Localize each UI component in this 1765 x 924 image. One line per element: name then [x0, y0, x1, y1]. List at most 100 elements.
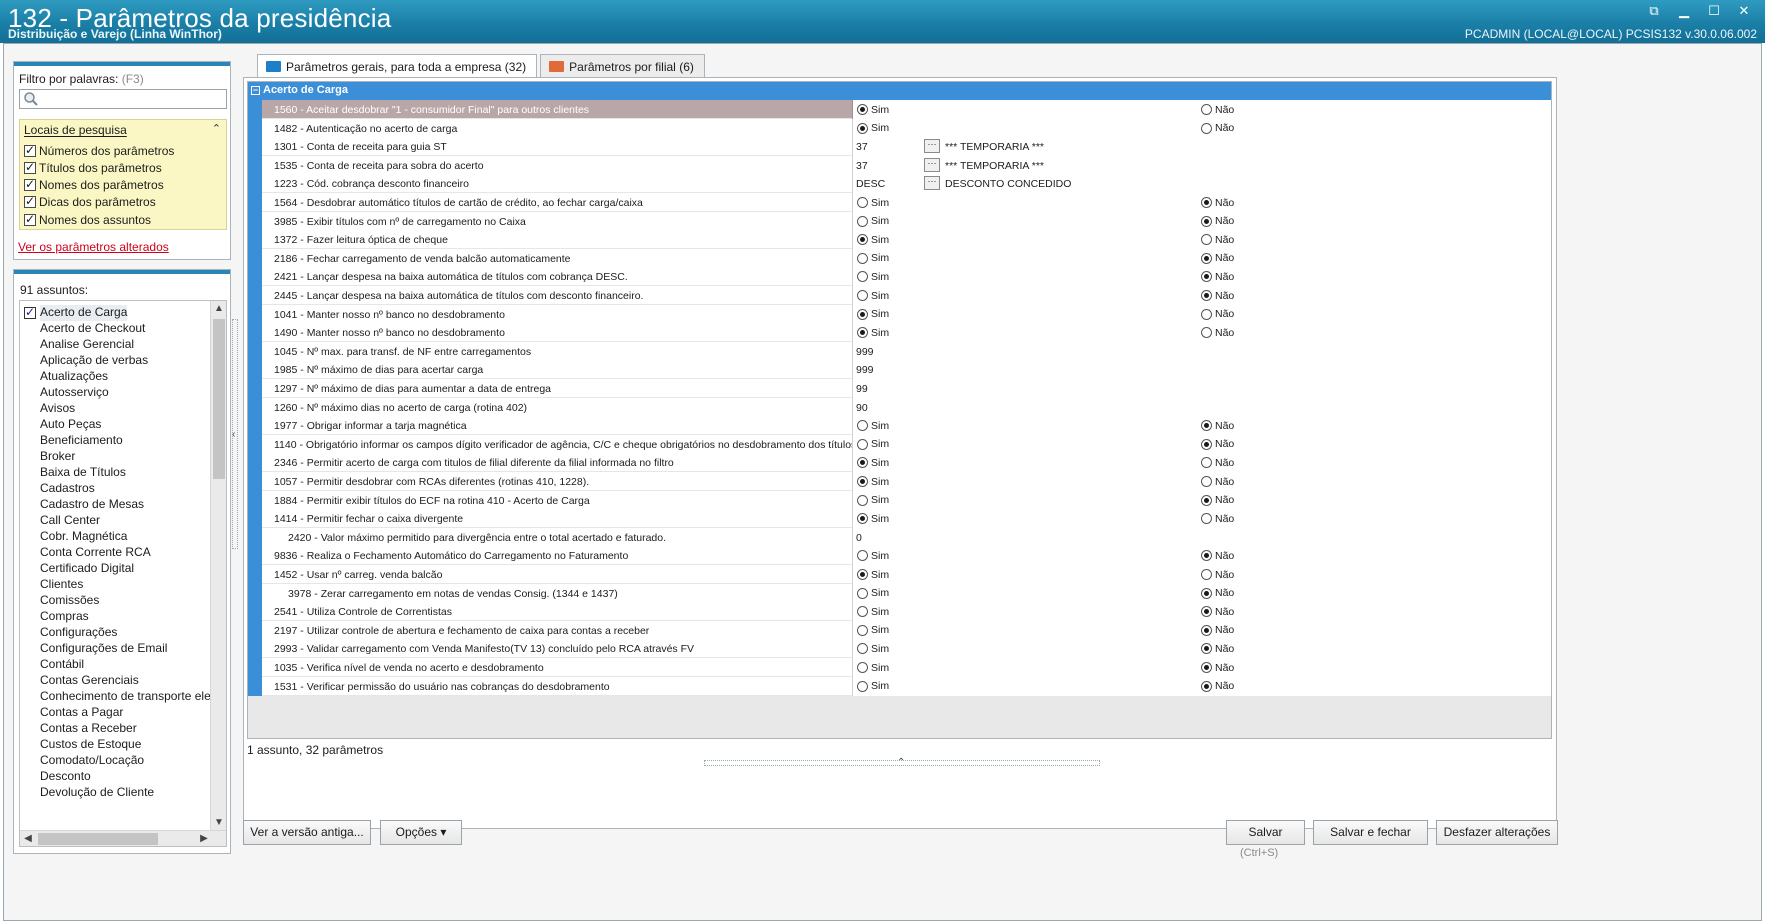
radio-nao[interactable]: Não — [1201, 568, 1234, 581]
param-row[interactable]: 9836 - Realiza o Fechamento Automático d… — [262, 546, 1551, 566]
topic-item[interactable]: Call Center — [40, 513, 100, 529]
radio-nao[interactable]: Não — [1201, 624, 1234, 637]
param-value-cell[interactable]: Sim Não — [853, 639, 1551, 659]
radio-dot[interactable] — [857, 494, 868, 506]
radio-nao[interactable]: Não — [1201, 308, 1234, 321]
param-row[interactable]: 1035 - Verifica nível de venda no acerto… — [262, 658, 1551, 677]
param-value[interactable]: DESC — [856, 178, 885, 190]
param-row[interactable]: 1531 - Verificar permissão do usuário na… — [262, 676, 1551, 696]
topic-item[interactable]: Beneficiamento — [40, 433, 123, 449]
topic-item[interactable]: Conhecimento de transporte elet — [40, 689, 214, 705]
radio-dot[interactable] — [857, 643, 868, 655]
maximize-icon[interactable]: ☐ — [1701, 2, 1727, 20]
radio-dot[interactable] — [1201, 624, 1212, 636]
horizontal-scrollbar[interactable]: ◀ ▶ — [20, 830, 226, 846]
radio-sim[interactable]: Sim — [857, 568, 889, 581]
param-row[interactable]: 1223 - Cód. cobrança desconto financeiro… — [262, 174, 1551, 194]
radio-dot[interactable] — [857, 197, 868, 208]
topic-item[interactable]: Avisos — [40, 401, 75, 417]
radio-dot[interactable] — [857, 271, 868, 283]
radio-nao[interactable]: Não — [1201, 419, 1234, 432]
radio-sim[interactable]: Sim — [857, 122, 889, 135]
radio-nao[interactable]: Não — [1201, 103, 1234, 116]
radio-dot[interactable] — [1201, 271, 1212, 283]
param-row[interactable]: 1045 - Nº max. para transf. de NF entre … — [262, 341, 1551, 361]
topic-item[interactable]: Clientes — [40, 577, 83, 593]
checkbox[interactable] — [24, 143, 36, 157]
topic-item[interactable]: Acerto de Checkout — [40, 321, 145, 337]
param-value-cell[interactable]: Sim Não — [853, 248, 1551, 268]
topic-item[interactable]: Baixa de Títulos — [40, 465, 126, 481]
radio-dot[interactable] — [1201, 476, 1212, 487]
search-input[interactable] — [19, 89, 227, 109]
option-dicas[interactable]: Dicas dos parâmetros — [24, 194, 156, 210]
param-value-cell[interactable]: Sim Não — [853, 267, 1551, 287]
radio-dot[interactable] — [1201, 104, 1212, 115]
radio-nao[interactable]: Não — [1201, 587, 1234, 600]
radio-dot[interactable] — [857, 215, 868, 227]
radio-nao[interactable]: Não — [1201, 475, 1234, 488]
close-icon[interactable]: ✕ — [1731, 2, 1757, 20]
param-value[interactable]: 37 — [856, 160, 868, 172]
option-numeros[interactable]: Números dos parâmetros — [24, 143, 174, 159]
topic-item[interactable]: Analise Gerencial — [40, 337, 134, 353]
param-value-cell[interactable]: DESC ··· DESCONTO CONCEDIDO — [853, 174, 1551, 194]
collapse-minus-icon[interactable]: − — [251, 86, 260, 95]
radio-sim[interactable]: Sim — [857, 252, 889, 265]
radio-dot[interactable] — [857, 662, 868, 673]
radio-sim[interactable]: Sim — [857, 419, 889, 432]
param-row[interactable]: 2346 - Permitir acerto de carga com titu… — [262, 453, 1551, 473]
radio-dot[interactable] — [1201, 438, 1212, 450]
param-row[interactable]: 2420 - Valor máximo permitido para diver… — [262, 527, 1551, 547]
param-row[interactable]: 1140 - Obrigatório informar os campos dí… — [262, 434, 1551, 454]
param-row[interactable]: 1482 - Autenticação no acerto de carga Si… — [262, 118, 1551, 138]
radio-nao[interactable]: Não — [1201, 326, 1234, 339]
radio-nao[interactable]: Não — [1201, 605, 1234, 618]
param-row[interactable]: 1452 - Usar nº carreg. venda balcão Sim Nã… — [262, 565, 1551, 584]
param-row[interactable]: 1057 - Permitir desdobrar com RCAs difer… — [262, 472, 1551, 491]
topic-item[interactable]: Cobr. Magnética — [40, 529, 127, 545]
param-row[interactable]: 3978 - Zerar carregamento em notas de ve… — [262, 583, 1551, 603]
param-value-cell[interactable]: 999 — [853, 341, 1551, 361]
radio-dot[interactable] — [1201, 457, 1212, 469]
radio-sim[interactable]: Sim — [857, 270, 889, 283]
topic-item[interactable]: Contábil — [40, 657, 84, 673]
topic-item[interactable]: Comissões — [40, 593, 99, 609]
radio-sim[interactable]: Sim — [857, 661, 889, 674]
radio-sim[interactable]: Sim — [857, 215, 889, 228]
lookup-ellipsis-icon[interactable]: ··· — [924, 157, 940, 172]
param-row[interactable]: 2993 - Validar carregamento com Venda Ma… — [262, 639, 1551, 659]
param-value[interactable]: 999 — [856, 346, 874, 358]
param-value[interactable]: 999 — [856, 364, 874, 376]
param-row[interactable]: 1884 - Permitir exibir títulos do ECF na… — [262, 490, 1551, 510]
param-row[interactable]: 2186 - Fechar carregamento de venda balc… — [262, 248, 1551, 268]
param-row[interactable]: 1564 - Desdobrar automático títulos de c… — [262, 193, 1551, 212]
radio-dot[interactable] — [1201, 569, 1212, 580]
scroll-up-icon[interactable]: ▲ — [211, 301, 226, 317]
radio-sim[interactable]: Sim — [857, 196, 889, 209]
radio-sim[interactable]: Sim — [857, 605, 889, 618]
radio-nao[interactable]: Não — [1201, 456, 1234, 469]
param-value-cell[interactable]: Sim Não — [853, 602, 1551, 622]
radio-nao[interactable]: Não — [1201, 122, 1234, 135]
radio-sim[interactable]: Sim — [857, 233, 889, 246]
scroll-thumb[interactable] — [213, 319, 225, 479]
param-value-cell[interactable]: Sim Não — [853, 416, 1551, 436]
param-row[interactable]: 2197 - Utilizar controle de abertura e f… — [262, 620, 1551, 640]
radio-dot[interactable] — [857, 104, 868, 115]
checkbox[interactable] — [24, 212, 36, 226]
radio-dot[interactable] — [1201, 587, 1212, 599]
radio-dot[interactable] — [857, 680, 868, 692]
topic-item[interactable]: Devolução de Cliente — [40, 785, 154, 801]
radio-sim[interactable]: Sim — [857, 438, 889, 451]
options-button[interactable]: Opções ▾ — [380, 820, 462, 845]
vertical-scrollbar[interactable]: ▲ ▼ — [210, 301, 226, 831]
undo-button[interactable]: Desfazer alterações — [1436, 820, 1558, 845]
scroll-down-icon[interactable]: ▼ — [211, 815, 226, 831]
param-value-cell[interactable]: Sim Não — [853, 193, 1551, 212]
radio-sim[interactable]: Sim — [857, 475, 889, 488]
radio-dot[interactable] — [857, 606, 868, 618]
radio-sim[interactable]: Sim — [857, 624, 889, 637]
param-value[interactable]: 90 — [856, 402, 868, 414]
radio-dot[interactable] — [1201, 308, 1212, 320]
